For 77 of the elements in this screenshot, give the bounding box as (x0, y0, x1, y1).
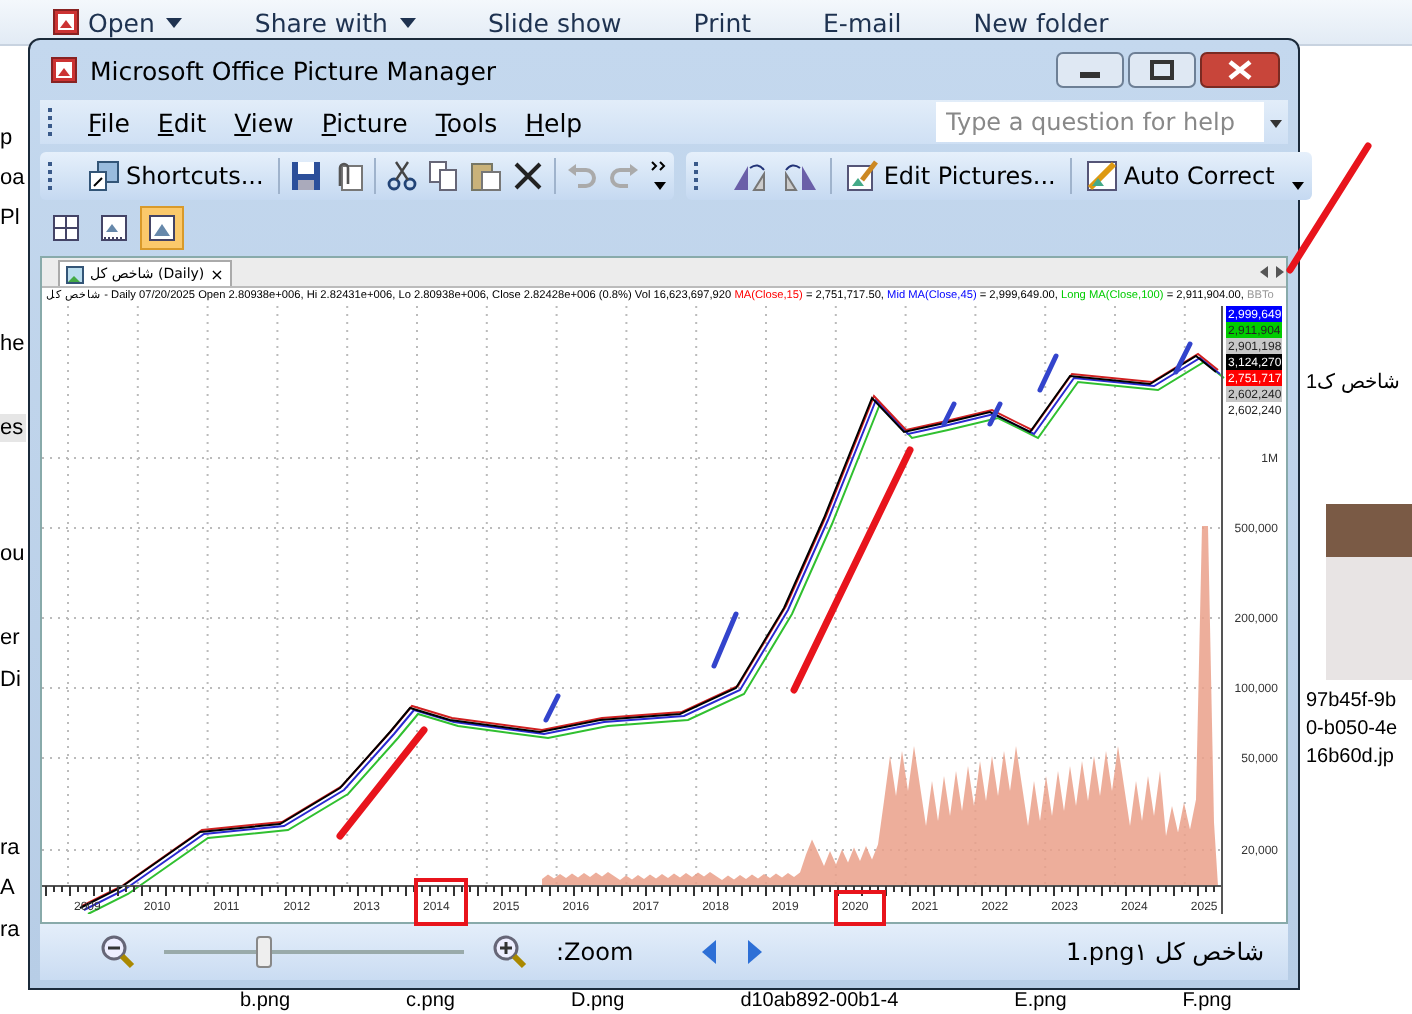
file-name: D.png (571, 990, 625, 1012)
menu-item[interactable]: Tools (421, 107, 512, 137)
toolbar-button[interactable]: Print (689, 7, 752, 37)
close-icon[interactable]: × (210, 265, 224, 283)
slider-thumb[interactable] (255, 936, 271, 968)
sidebar-item[interactable]: Di (0, 666, 21, 694)
sidebar-item[interactable]: A (0, 874, 15, 902)
file-name: b.png (240, 990, 291, 1012)
close-icon[interactable] (1200, 52, 1280, 88)
file-name: d10ab892-00b1-4 (740, 990, 899, 1012)
annotation-stroke (1286, 142, 1372, 274)
minimize-icon[interactable] (1056, 52, 1124, 88)
toolbar-button[interactable]: New folder (969, 7, 1109, 37)
sidebar-item[interactable]: er (0, 624, 20, 652)
annotation-stroke (543, 693, 561, 723)
toolbar-button[interactable]: Share with (250, 7, 416, 37)
zoom-in-icon[interactable] (492, 934, 528, 970)
annotation-stroke (711, 611, 739, 669)
help-search-field[interactable]: Type a question for help (936, 102, 1264, 142)
file-name: 0-b050-4e (1306, 716, 1400, 744)
save-icon[interactable] (289, 160, 322, 192)
file-name: 1شاخص ک (1306, 370, 1401, 398)
grid-icon (50, 212, 82, 244)
rotate-left-icon[interactable] (729, 160, 770, 192)
picture-icon (146, 212, 178, 244)
menu-item[interactable]: File (74, 107, 144, 137)
shortcuts-button[interactable]: Shortcuts... (84, 160, 268, 192)
sidebar-item[interactable]: Pl (0, 204, 20, 232)
window-title: Microsoft Office Picture Manager (90, 55, 497, 85)
view-button[interactable] (140, 206, 184, 250)
paste-icon[interactable] (469, 160, 502, 192)
sidebar-item[interactable]: p (0, 124, 13, 152)
sidebar-item[interactable]: ou (0, 540, 25, 568)
annotation-stroke (1037, 353, 1059, 393)
cut-icon[interactable] (385, 160, 418, 192)
picture-icon (66, 265, 84, 283)
auto-correct-button[interactable]: Auto Correct (1081, 160, 1279, 192)
sidebar-item[interactable]: es (0, 414, 26, 442)
picture-pencil-icon (845, 160, 878, 192)
wand-picture-icon (1085, 160, 1118, 192)
annotation-stroke (941, 401, 957, 427)
edit-pictures-button[interactable]: Edit Pictures... (841, 160, 1060, 192)
menu-item[interactable]: View (220, 107, 308, 137)
annotation-stroke (1173, 341, 1193, 375)
sidebar-item[interactable]: ra (0, 834, 20, 862)
delete-icon[interactable] (511, 160, 544, 192)
file-name: F.png (1182, 990, 1232, 1012)
file-name: 97b45f-9b (1306, 688, 1399, 716)
annotation-stroke (336, 726, 428, 840)
file-name: c.png (406, 990, 455, 1012)
zoom-out-icon[interactable] (100, 934, 136, 970)
sidebar-item[interactable]: he (0, 330, 25, 358)
shortcut-icon (88, 160, 120, 192)
rotate-right-icon[interactable] (779, 160, 820, 192)
file-name: 1.pngشاخص کل ۱ (1065, 938, 1264, 966)
sidebar-item[interactable]: oa (0, 164, 25, 192)
toolbar-button[interactable]: Slide show (483, 7, 622, 37)
menu-item[interactable]: Edit (143, 107, 221, 137)
zoom-label: :Zoom (556, 938, 634, 966)
toolbar-button[interactable]: E-mail (819, 7, 902, 37)
toolbar-button[interactable]: Open (84, 7, 183, 37)
sidebar-item[interactable]: ra (0, 916, 20, 944)
highlight-box (834, 890, 886, 926)
annotation-stroke (987, 401, 1003, 427)
filmstrip-icon (98, 212, 130, 244)
picture-icon[interactable] (52, 8, 80, 36)
next-icon[interactable] (745, 938, 766, 966)
file-name: E.png (1014, 990, 1067, 1012)
copy-icon[interactable] (427, 160, 460, 192)
scroll-arrows-icon[interactable] (1258, 264, 1286, 280)
menu-item[interactable]: Help (511, 107, 597, 137)
previous-icon[interactable] (697, 938, 718, 966)
file-name: 16b60d.jp (1306, 744, 1396, 772)
maximize-icon[interactable] (1128, 52, 1196, 88)
highlight-box (414, 878, 468, 926)
menu-item[interactable]: Picture (307, 107, 422, 137)
app-icon[interactable] (50, 56, 78, 84)
